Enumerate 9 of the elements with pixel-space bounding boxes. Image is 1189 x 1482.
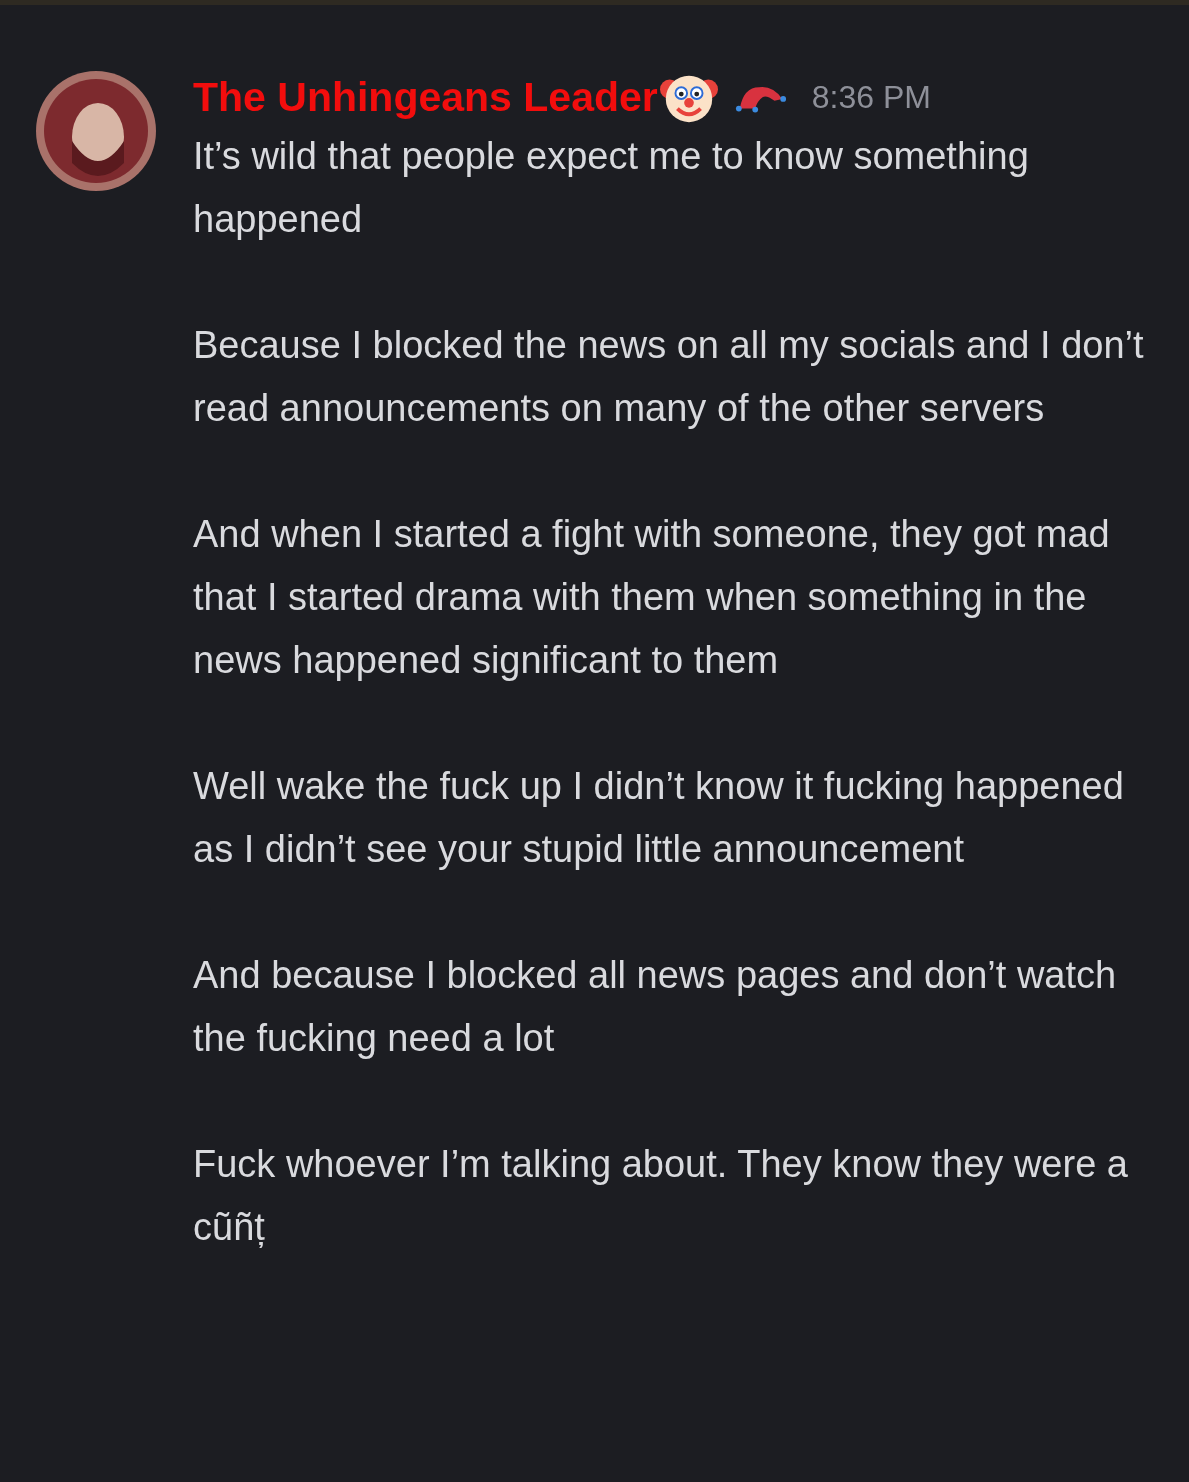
avatar-picture[interactable] [36,71,156,191]
message-paragraph: And when I started a fight with someone, they got mad that I started drama with them when something in the news happened significant to them [193,512,1111,683]
message-paragraph: Fuck whoever I’m talking about. They know they were a cũñț [193,1142,1129,1250]
author-name[interactable]: The Unhingeans Leader [193,73,658,121]
message-paragraph: It’s wild that people expect me to know something happened [193,134,1030,242]
timestamp: 8:36 PM [811,78,931,116]
message-paragraph: Because I blocked the news on all my socials and I don’t read announcements on many of the other servers [193,323,1145,431]
message-paragraph: And because I blocked all news pages and don’t watch the fucking need a lot [193,953,1118,1061]
message-paragraph: Well wake the fuck up I didn’t know it fucking happened as I didn’t see your stupid little announcement [193,764,1125,872]
